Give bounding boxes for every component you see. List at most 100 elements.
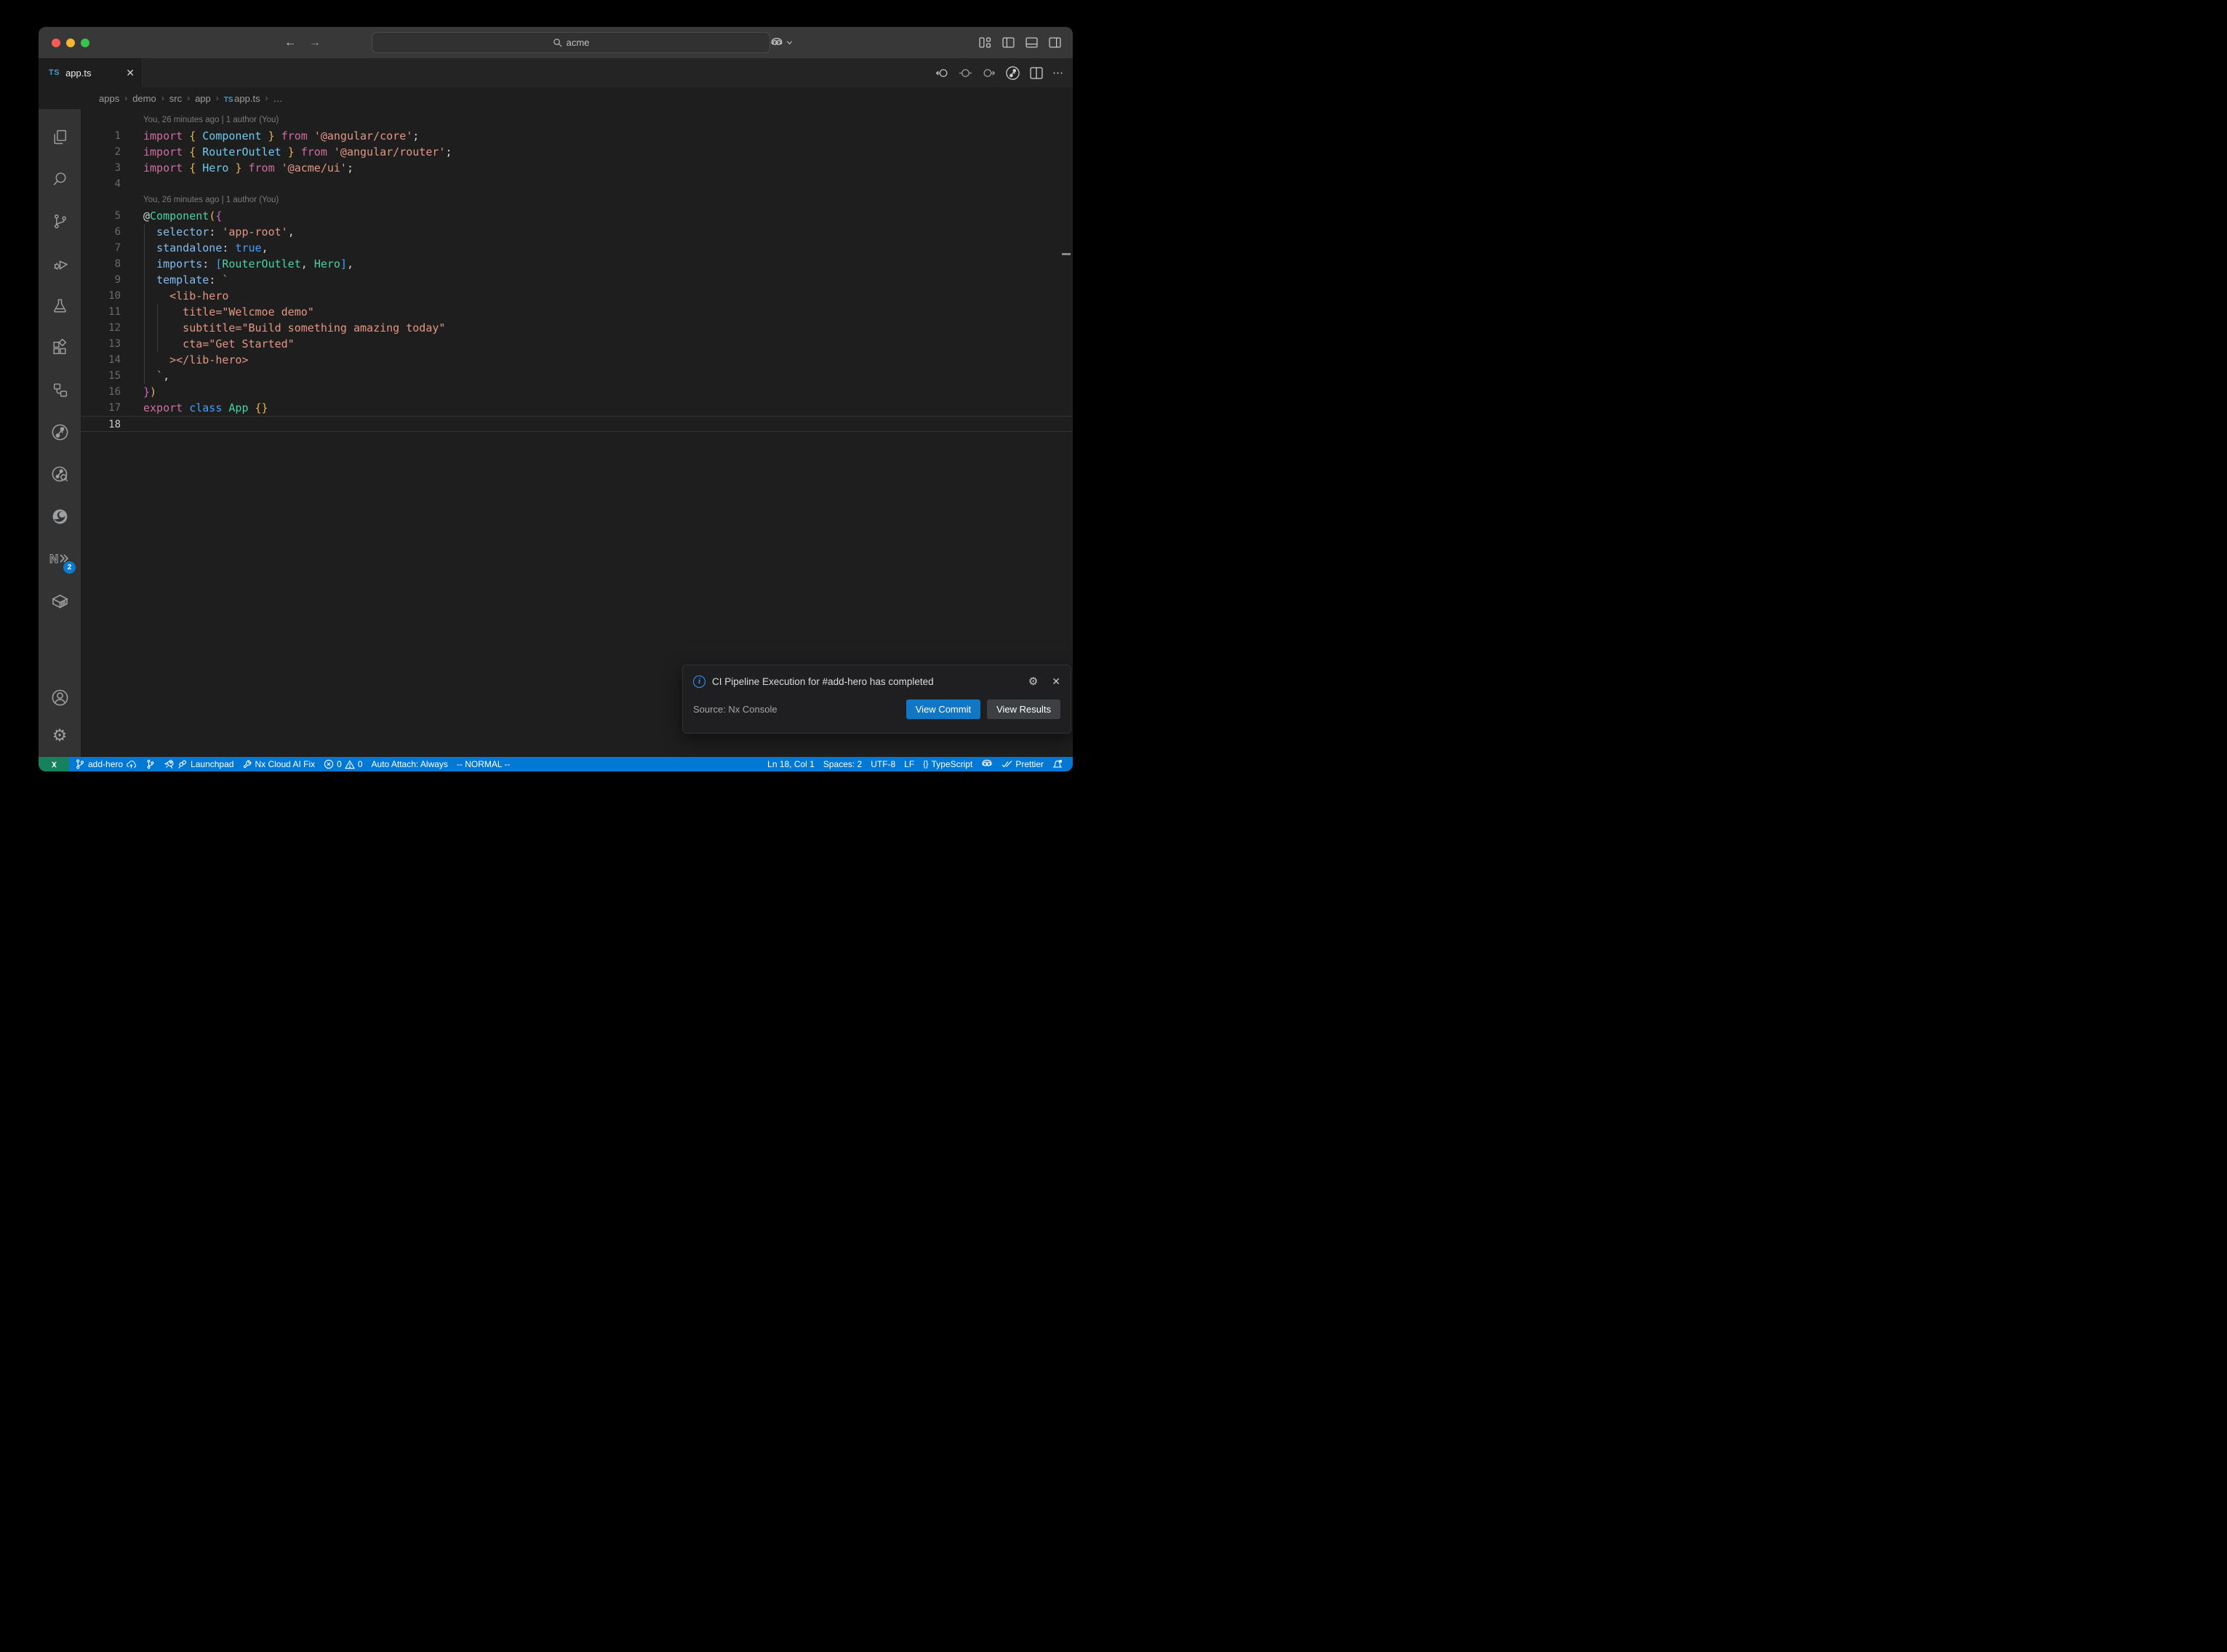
sidebar-item-gitlens-inspect[interactable] (39, 453, 81, 495)
code-line-10[interactable]: 10 <lib-hero (81, 288, 1073, 304)
notifications-bell-item[interactable] (1048, 759, 1067, 769)
notification-settings-gear-icon[interactable]: ⚙ (1028, 675, 1038, 688)
titlebar: ← → acme (39, 27, 1073, 58)
nx-cloud-item[interactable]: Nx Cloud AI Fix (238, 759, 319, 769)
svg-text:N: N (49, 552, 58, 566)
copilot-menu[interactable] (770, 27, 793, 58)
toggle-primary-sidebar-icon[interactable] (1002, 37, 1015, 48)
launchpad-item[interactable]: Launchpad (159, 759, 238, 770)
split-editor-icon[interactable] (1030, 67, 1043, 79)
changes-icon[interactable] (959, 66, 972, 80)
cursor-position-item[interactable]: Ln 18, Col 1 (763, 759, 819, 769)
code-line-3[interactable]: 3import { Hero } from '@acme/ui'; (81, 160, 1073, 176)
sidebar-item-hierarchy[interactable] (39, 369, 81, 411)
auto-attach-item[interactable]: Auto Attach: Always (367, 759, 452, 769)
code-line-18[interactable]: 18 (81, 416, 1073, 432)
copilot-status-item[interactable] (977, 758, 997, 770)
sidebar-item-extensions[interactable] (39, 326, 81, 369)
close-window-button[interactable] (52, 39, 60, 47)
sidebar-item-containers[interactable] (39, 580, 81, 622)
breadcrumb-separator: › (187, 93, 190, 103)
sidebar-item-run-debug[interactable] (39, 242, 81, 284)
indentation-item[interactable]: Spaces: 2 (819, 759, 866, 769)
code-line-8[interactable]: 8 imports: [RouterOutlet, Hero], (81, 256, 1073, 272)
code-line-4[interactable]: 4 (81, 176, 1073, 192)
zoom-window-button[interactable] (81, 39, 89, 47)
code-line-6[interactable]: 6 selector: 'app-root', (81, 224, 1073, 240)
next-change-icon[interactable] (982, 66, 996, 80)
code-line-17[interactable]: 17export class App {} (81, 400, 1073, 416)
code-line-1[interactable]: 1import { Component } from '@angular/cor… (81, 128, 1073, 144)
gitlens-inspect-icon (50, 465, 70, 484)
eol-item[interactable]: LF (900, 759, 919, 769)
overview-ruler-marker[interactable] (1062, 253, 1071, 255)
run-and-debug-icon (51, 254, 69, 273)
code-line-5[interactable]: 5@Component({ (81, 208, 1073, 224)
gear-icon: ⚙ (52, 727, 68, 744)
navigate-forward-icon[interactable]: → (309, 36, 321, 49)
view-results-button[interactable]: View Results (987, 699, 1060, 719)
line-number: 2 (81, 144, 121, 160)
toggle-panel-icon[interactable] (1025, 37, 1038, 48)
code-line-15[interactable]: 15 `, (81, 368, 1073, 384)
more-actions-icon[interactable]: ⋯ (1052, 66, 1064, 79)
language-mode-item[interactable]: {} TypeScript (919, 759, 977, 769)
search-icon (553, 38, 562, 47)
breadcrumb-item[interactable]: src (169, 93, 182, 104)
code-line-11[interactable]: 11 title="Welcmoe demo" (81, 304, 1073, 320)
breadcrumb-item[interactable]: app (195, 93, 211, 104)
blame-annotation: You, 26 minutes ago | 1 author (You) (81, 192, 1073, 208)
minimize-window-button[interactable] (66, 39, 75, 47)
sidebar-item-testing[interactable] (39, 284, 81, 326)
line-number: 4 (81, 176, 121, 192)
previous-change-icon[interactable] (935, 66, 949, 80)
notification-toast: i CI Pipeline Execution for #add-hero ha… (682, 665, 1071, 734)
git-branch-item[interactable]: add-hero (71, 759, 141, 769)
nx-cloud-label: Nx Cloud AI Fix (255, 759, 315, 769)
vim-mode-item[interactable]: -- NORMAL -- (452, 759, 515, 769)
activity-bar: N 2 ⚙ (39, 109, 81, 757)
code-editor[interactable]: You, 26 minutes ago | 1 author (You) 1imp… (81, 109, 1073, 757)
remote-indicator[interactable] (39, 757, 69, 771)
navigate-back-icon[interactable]: ← (284, 36, 296, 49)
line-number: 13 (81, 336, 121, 352)
prettier-item[interactable]: Prettier (997, 759, 1048, 769)
sidebar-item-source-control[interactable] (39, 200, 81, 242)
notification-close-icon[interactable]: ✕ (1052, 675, 1060, 688)
problems-item[interactable]: 0 0 (319, 759, 367, 769)
gitlens-graph-icon[interactable] (1005, 65, 1020, 81)
code-line-16[interactable]: 16}) (81, 384, 1073, 400)
sidebar-item-explorer[interactable] (39, 116, 81, 158)
code-line-13[interactable]: 13 cta="Get Started" (81, 336, 1073, 352)
code-line-14[interactable]: 14 ></lib-hero> (81, 352, 1073, 368)
customize-layout-icon[interactable] (979, 37, 991, 48)
view-commit-button[interactable]: View Commit (906, 699, 980, 719)
command-center-search[interactable]: acme (372, 32, 770, 53)
breadcrumb-item[interactable]: demo (132, 93, 156, 104)
settings-button[interactable]: ⚙ (39, 716, 81, 754)
sidebar-item-edge-tools[interactable] (39, 495, 81, 537)
hierarchy-icon (51, 381, 69, 399)
breadcrumb-item[interactable]: apps (99, 93, 119, 104)
sidebar-item-search[interactable] (39, 158, 81, 200)
tab-app-ts[interactable]: TS app.ts ✕ (39, 58, 143, 87)
sidebar-item-gitlens[interactable] (39, 411, 81, 453)
traffic-lights (52, 27, 89, 58)
breadcrumb-item[interactable]: … (273, 93, 283, 104)
code-line-12[interactable]: 12 subtitle="Build something amazing tod… (81, 320, 1073, 336)
line-number: 10 (81, 288, 121, 304)
line-number: 11 (81, 304, 121, 320)
account-button[interactable] (39, 678, 81, 716)
extensions-icon (51, 339, 69, 357)
language-label: TypeScript (932, 759, 973, 769)
code-line-2[interactable]: 2import { RouterOutlet } from '@angular/… (81, 144, 1073, 160)
sidebar-item-nx-console[interactable]: N 2 (39, 537, 81, 580)
breadcrumb-item[interactable]: TS app.ts (224, 93, 260, 104)
close-tab-icon[interactable]: ✕ (126, 68, 135, 78)
encoding-item[interactable]: UTF-8 (866, 759, 900, 769)
code-line-9[interactable]: 9 template: ` (81, 272, 1073, 288)
toggle-secondary-sidebar-icon[interactable] (1049, 37, 1061, 48)
container-icon (50, 591, 70, 611)
code-line-7[interactable]: 7 standalone: true, (81, 240, 1073, 256)
commit-graph-item[interactable] (141, 759, 159, 769)
